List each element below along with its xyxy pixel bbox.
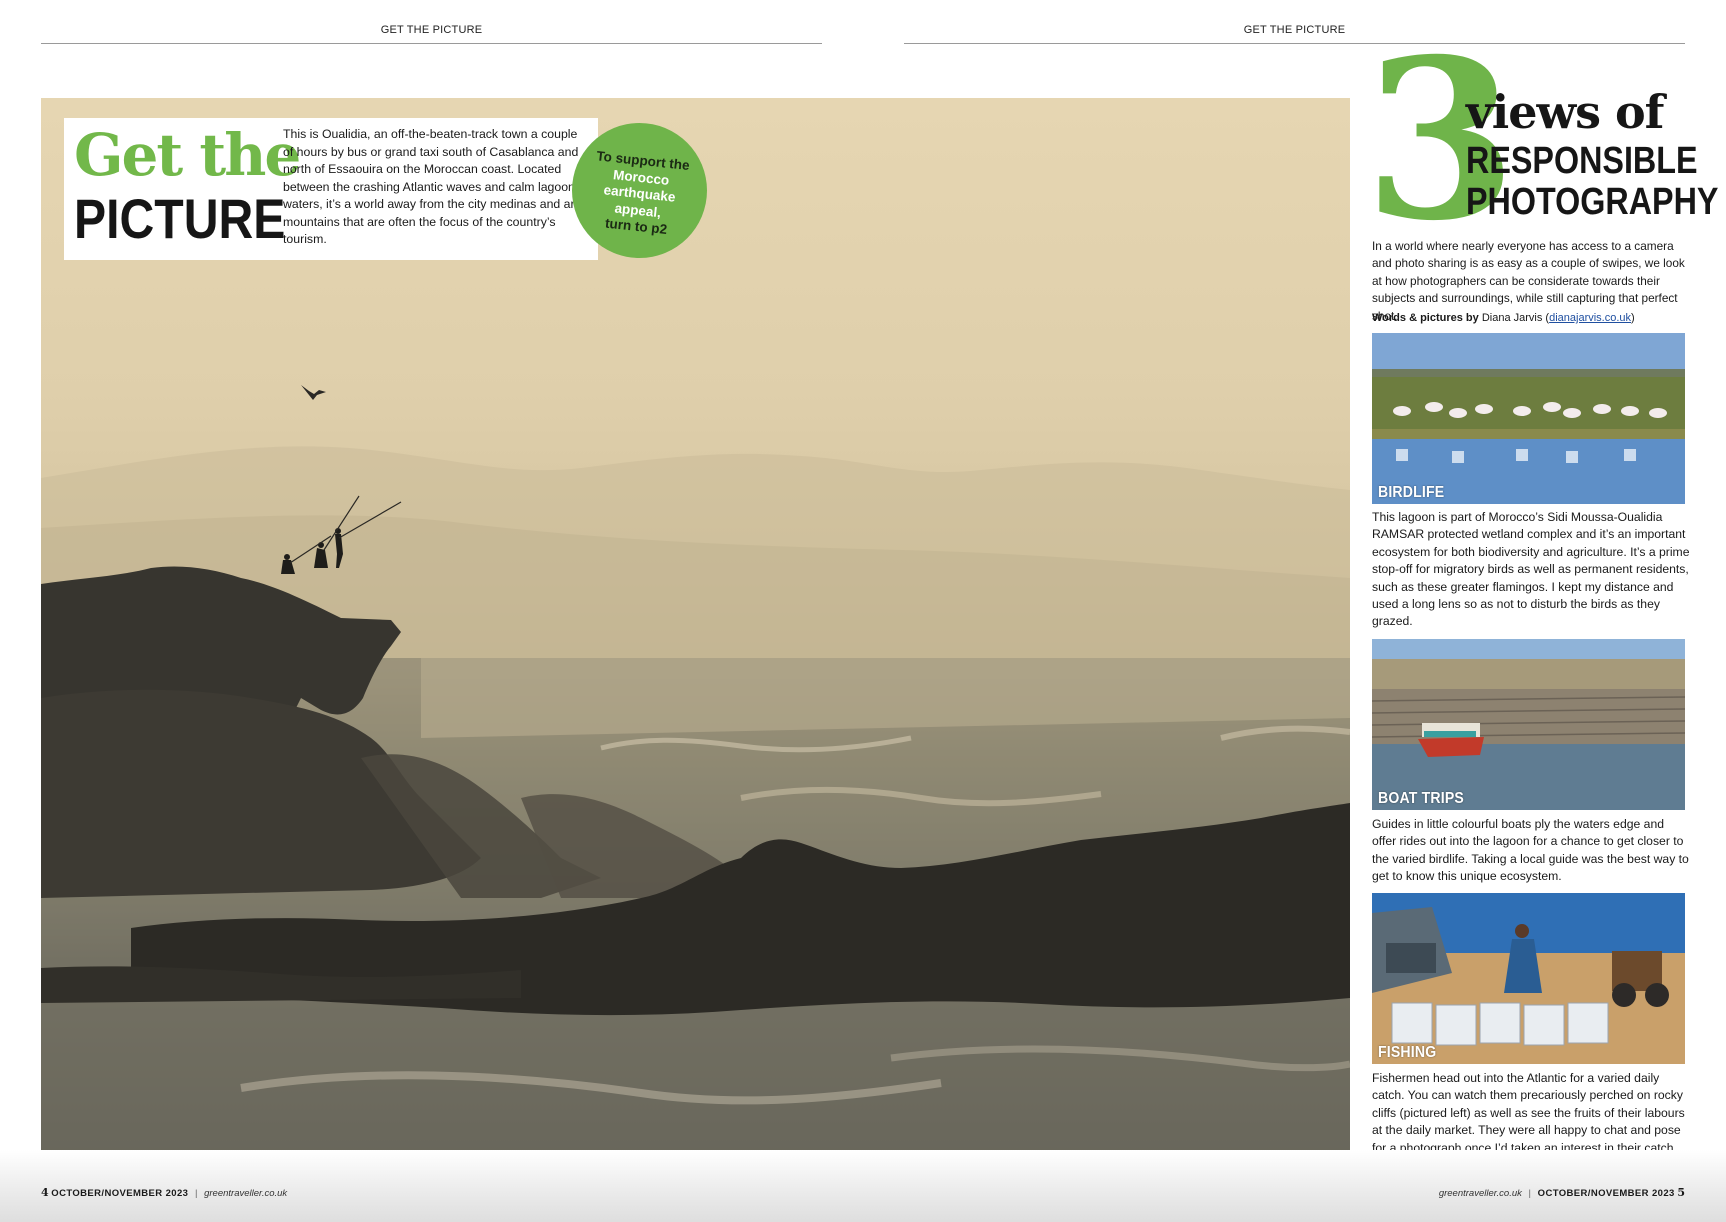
section-label-boat-trips: BOAT TRIPS [1378, 790, 1464, 807]
byline-link[interactable]: dianajarvis.co.uk [1549, 312, 1631, 324]
fish-market-illustration [1372, 893, 1685, 1064]
boat-trips-caption: Guides in little colourful boats ply the… [1372, 817, 1689, 884]
boat-trips-photo: BOAT TRIPS [1372, 639, 1685, 810]
header-rule-left [41, 43, 822, 44]
feature-headline-line2: RESPONSIBLE [1466, 140, 1698, 182]
fishing-photo: FISHING [1372, 893, 1685, 1064]
site-url-right[interactable]: greentraveller.co.uk [1439, 1188, 1522, 1199]
intro-text: This is Oualidia, an off-the-beaten-trac… [283, 127, 585, 246]
feature-headline-line1: views of [1466, 85, 1664, 139]
section-label-fishing: FISHING [1378, 1044, 1437, 1061]
page-title-picture: PICTURE [74, 187, 286, 250]
page-number-right: 5 [1677, 1186, 1685, 1199]
fishing-caption-text: Fishermen head out into the Atlantic for… [1372, 1071, 1685, 1155]
running-head-right: GET THE PICTURE [1243, 24, 1346, 36]
birdlife-photo: BIRDLIFE [1372, 333, 1685, 504]
page-number-left: 4 [41, 1186, 49, 1199]
byline-label: Words & pictures by [1372, 312, 1479, 324]
header-rule-right [904, 43, 1685, 44]
badge-text: To support the Morocco earthquake appeal… [568, 146, 711, 242]
byline-name: Diana Jarvis [1481, 312, 1543, 324]
earthquake-appeal-badge[interactable]: To support the Morocco earthquake appeal… [572, 123, 707, 258]
flamingos-illustration [1372, 333, 1685, 504]
issue-date-right: OCTOBER/NOVEMBER 2023 [1537, 1188, 1675, 1199]
folio-right: greentraveller.co.uk | OCTOBER/NOVEMBER … [1439, 1186, 1685, 1199]
birdlife-caption: This lagoon is part of Morocco’s Sidi Mo… [1372, 510, 1690, 629]
folio-left: 4 OCTOBER/NOVEMBER 2023 | greentraveller… [41, 1186, 287, 1199]
title-panel: Get the PICTURE This is Oualidia, an off… [64, 118, 598, 260]
boat-illustration [1372, 639, 1685, 810]
folio-separator: | [194, 1188, 198, 1199]
folio-separator: | [1528, 1188, 1532, 1199]
section-label-birdlife: BIRDLIFE [1378, 484, 1445, 501]
issue-date-left: OCTOBER/NOVEMBER 2023 [51, 1188, 189, 1199]
site-url-left[interactable]: greentraveller.co.uk [204, 1188, 287, 1199]
feature-headline-line3: PHOTOGRAPHY [1466, 181, 1719, 223]
running-head-left: GET THE PICTURE [380, 24, 483, 36]
byline: Words & pictures by Diana Jarvis (dianaj… [1372, 312, 1635, 324]
page-title-get-the: Get the [74, 121, 301, 189]
